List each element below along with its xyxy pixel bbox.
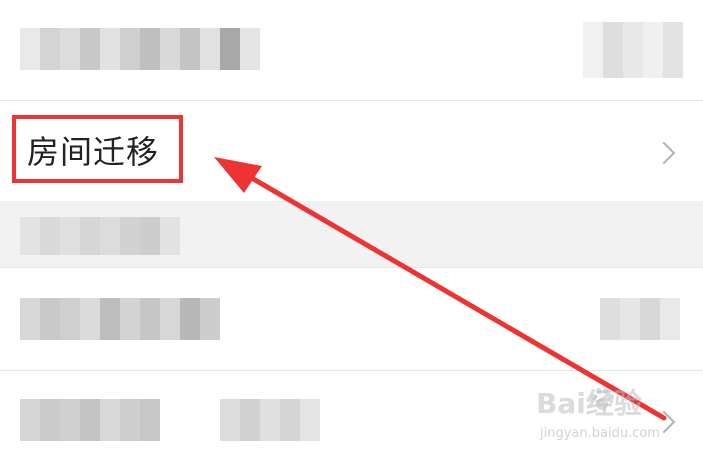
settings-screen: 房间迁移 Bai经验 jingyan.baidu.com [0, 0, 703, 464]
watermark-url: jingyan.baidu.com [540, 426, 660, 441]
arrow-head [214, 157, 262, 193]
watermark-brand: Bai经验 [536, 387, 642, 420]
baidu-watermark: Bai经验 jingyan.baidu.com [520, 378, 695, 458]
